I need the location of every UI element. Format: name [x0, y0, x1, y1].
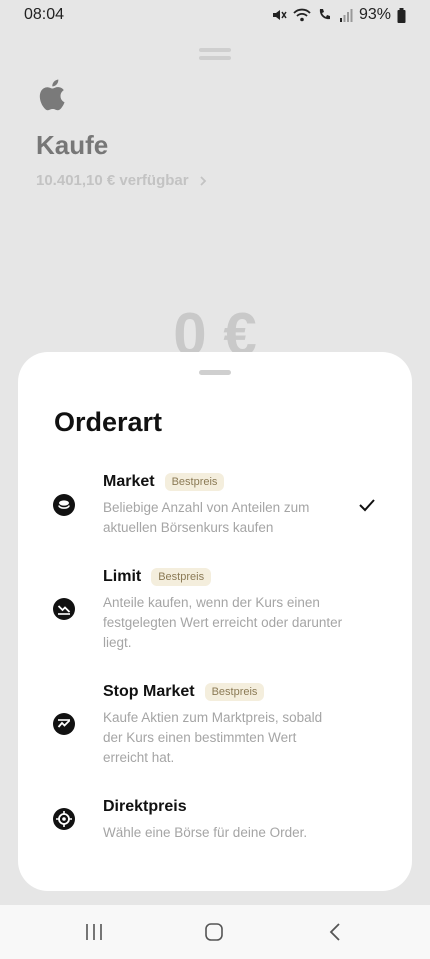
mute-icon: [272, 10, 287, 20]
recent-apps-icon: [86, 924, 102, 940]
battery-percent: 93%: [358, 6, 391, 23]
order-option-market[interactable]: Market Bestpreis Beliebige Anzahl von An…: [18, 470, 412, 540]
option-description: Anteile kaufen, wenn der Kurs einen fest…: [103, 595, 343, 650]
status-time: 08:04: [24, 6, 65, 23]
option-name: Limit: [103, 568, 142, 585]
signal-icon: [339, 9, 353, 22]
home-icon: [205, 923, 223, 941]
order-option-limit[interactable]: Limit Bestpreis Anteile kaufen, wenn der…: [18, 565, 412, 655]
home-button[interactable]: [201, 919, 227, 945]
option-name: Market: [103, 473, 155, 490]
option-description: Wähle eine Börse für deine Order.: [103, 825, 308, 840]
trend-up-icon: [53, 713, 75, 735]
order-option-body: Direktpreis Wähle eine Börse für deine O…: [103, 795, 343, 843]
order-option-body: Stop Market Bestpreis Kaufe Aktien zum M…: [103, 680, 343, 768]
bestprice-badge: Bestpreis: [164, 473, 225, 491]
call-icon: [319, 9, 330, 20]
option-name: Stop Market: [103, 683, 195, 700]
back-icon: [329, 923, 340, 941]
sheet-title: Orderart: [54, 407, 163, 437]
order-option-body: Market Bestpreis Beliebige Anzahl von An…: [103, 470, 343, 538]
battery-icon: [397, 7, 406, 23]
option-name: Direktpreis: [103, 798, 187, 815]
page-title: Kaufe: [36, 130, 109, 160]
sheet-grab-handle[interactable]: [199, 370, 231, 375]
recent-apps-button[interactable]: [81, 919, 107, 945]
option-description: Kaufe Aktien zum Marktpreis, sobald der …: [103, 710, 323, 765]
wifi-icon: [293, 8, 311, 22]
back-button[interactable]: [322, 919, 348, 945]
order-type-sheet: Orderart Market Bestpreis Beliebige Anza…: [18, 352, 412, 891]
available-balance-text: 10.401,10 € verfügbar: [36, 172, 189, 189]
target-icon: [53, 808, 75, 830]
top-grab-handle[interactable]: [199, 48, 231, 62]
checkmark-icon: [359, 499, 375, 512]
available-balance[interactable]: 10.401,10 € verfügbar: [36, 172, 207, 189]
bestprice-badge: Bestpreis: [151, 568, 212, 586]
order-option-direktpreis[interactable]: Direktpreis Wähle eine Börse für deine O…: [18, 795, 412, 845]
order-option-stop-market[interactable]: Stop Market Bestpreis Kaufe Aktien zum M…: [18, 680, 412, 770]
bestprice-badge: Bestpreis: [204, 683, 265, 701]
chevron-right-icon: [199, 175, 206, 186]
apple-icon: [39, 79, 65, 111]
option-description: Beliebige Anzahl von Anteilen zum aktuel…: [103, 500, 310, 535]
status-bar: 08:04 93%: [0, 0, 430, 30]
trend-down-icon: [53, 598, 75, 620]
coin-icon: [53, 494, 75, 516]
system-navigation-bar: [0, 905, 430, 959]
status-icons: 93%: [271, 6, 406, 24]
order-option-body: Limit Bestpreis Anteile kaufen, wenn der…: [103, 565, 343, 653]
